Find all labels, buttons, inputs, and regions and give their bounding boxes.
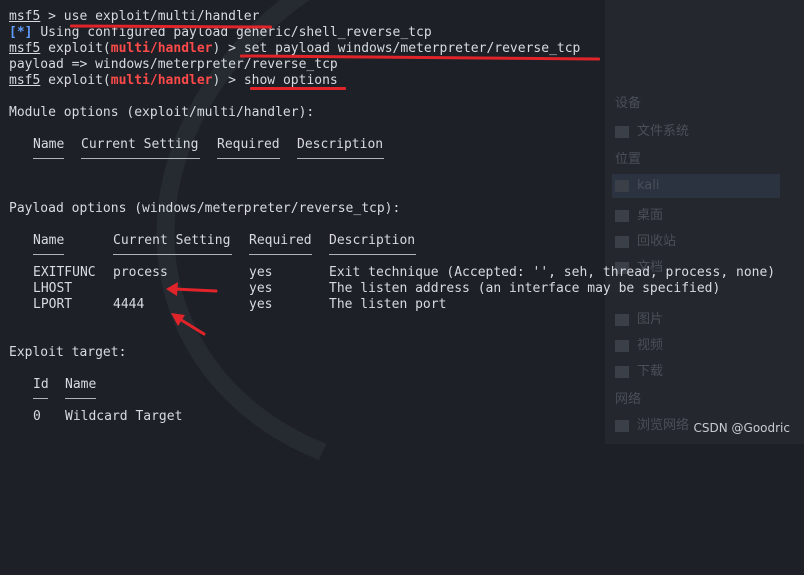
module-name: multi/handler xyxy=(110,41,213,56)
drive-icon xyxy=(615,125,629,138)
header-underline xyxy=(65,398,96,399)
sidebar-item-downloads[interactable]: 下载 xyxy=(615,360,663,379)
col-header-required: Required xyxy=(217,137,280,152)
info-tag: [*] xyxy=(9,25,33,40)
option-required: yes xyxy=(249,297,273,312)
payload-options-title: Payload options (windows/meterpreter/rev… xyxy=(9,201,401,216)
option-required: yes xyxy=(249,281,273,296)
header-underline xyxy=(113,254,232,255)
network-icon xyxy=(615,419,629,432)
header-underline xyxy=(329,254,416,255)
col-header-required: Required xyxy=(249,233,312,248)
col-header-current-setting: Current Setting xyxy=(81,137,199,152)
option-description: The listen port xyxy=(329,297,447,312)
watermark: CSDN @Goodric xyxy=(693,421,791,435)
sidebar-item-home[interactable]: kali xyxy=(615,178,660,193)
trash-icon xyxy=(615,235,629,248)
option-name: EXITFUNC xyxy=(33,265,96,280)
header-underline xyxy=(81,158,200,159)
col-header-name: Name xyxy=(33,233,65,248)
download-icon xyxy=(615,365,629,378)
annotation-underline xyxy=(250,87,346,90)
prompt: msf5 xyxy=(9,73,41,88)
sidebar-item-filesystem[interactable]: 文件系统 xyxy=(615,120,689,139)
annotation-arrow-icon xyxy=(166,282,218,296)
col-header-name: Name xyxy=(33,137,65,152)
command-line-1: msf5 > use exploit/multi/handler xyxy=(9,9,260,24)
video-icon xyxy=(615,339,629,352)
option-description: The listen address (an interface may be … xyxy=(329,281,721,296)
target-id: 0 xyxy=(33,409,41,424)
sidebar-item-trash[interactable]: 回收站 xyxy=(615,230,676,249)
option-setting: 4444 xyxy=(113,297,145,312)
option-name: LHOST xyxy=(33,281,73,296)
sidebar-item-pictures[interactable]: 图片 xyxy=(615,308,663,327)
header-underline xyxy=(249,254,312,255)
option-required: yes xyxy=(249,265,273,280)
image-icon xyxy=(615,313,629,326)
target-name: Wildcard Target xyxy=(65,409,183,424)
header-underline xyxy=(33,254,64,255)
desktop-icon xyxy=(615,209,629,222)
folder-icon xyxy=(615,179,629,192)
sidebar-heading-devices: 设备 xyxy=(615,96,642,111)
header-underline xyxy=(297,158,384,159)
sidebar-item-videos[interactable]: 视频 xyxy=(615,334,663,353)
col-header-description: Description xyxy=(297,137,384,152)
prompt: msf5 xyxy=(9,9,41,24)
command-text: use exploit/multi/handler xyxy=(63,9,260,24)
sidebar-heading-network: 网络 xyxy=(615,392,642,407)
option-name: LPORT xyxy=(33,297,73,312)
header-underline xyxy=(33,398,48,399)
col-header-description: Description xyxy=(329,233,416,248)
sidebar-item-desktop[interactable]: 桌面 xyxy=(615,204,663,223)
col-header-name: Name xyxy=(65,377,97,392)
annotation-arrow-icon xyxy=(171,313,206,336)
command-text: set payload windows/meterpreter/reverse_… xyxy=(243,41,581,56)
col-header-id: Id xyxy=(33,377,49,392)
payload-echo-line: payload => windows/meterpreter/reverse_t… xyxy=(9,57,338,72)
sidebar-heading-places: 位置 xyxy=(615,152,642,167)
header-underline xyxy=(33,158,64,159)
command-text: show options xyxy=(243,73,338,88)
sidebar-item-browse-network[interactable]: 浏览网络 xyxy=(615,414,689,433)
prompt: msf5 xyxy=(9,41,41,56)
col-header-current-setting: Current Setting xyxy=(113,233,231,248)
option-description: Exit technique (Accepted: '', seh, threa… xyxy=(329,265,776,280)
exploit-target-title: Exploit target: xyxy=(9,345,127,360)
module-name: multi/handler xyxy=(110,73,213,88)
module-options-title: Module options (exploit/multi/handler): xyxy=(9,105,315,120)
header-underline xyxy=(217,158,280,159)
